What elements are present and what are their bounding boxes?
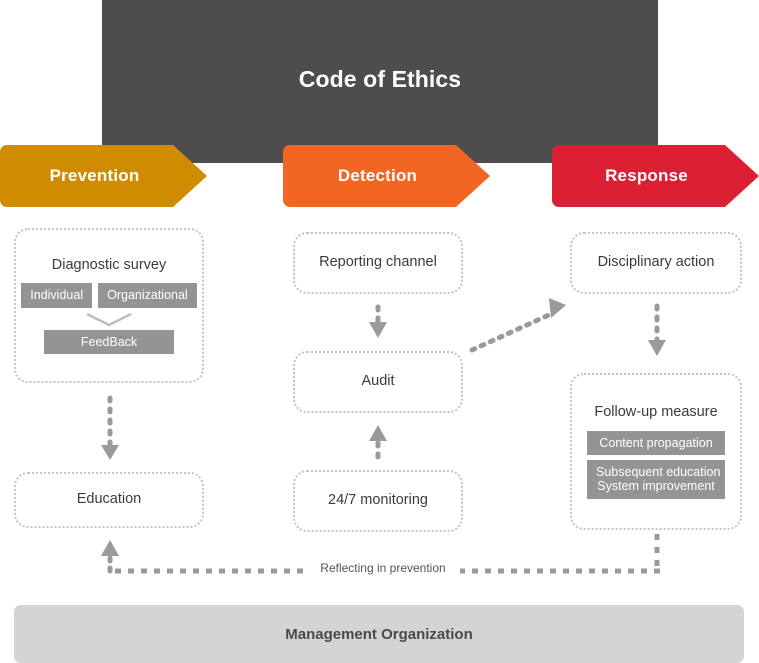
box-follow-up-measure[interactable]: Follow-up measure Content propagation Su… [570,373,742,530]
box-monitoring[interactable]: 24/7 monitoring [293,470,463,532]
connector-reporting-to-audit [369,304,387,338]
box-disciplinary-action[interactable]: Disciplinary action [570,232,742,294]
chip-subsequent-line-1: Subsequent education [596,465,721,479]
header-panel: Code of Ethics [102,0,658,163]
management-organization-label: Management Organization [285,625,473,643]
follow-up-title: Follow-up measure [594,404,718,421]
banner-detection[interactable]: Detection [283,145,490,207]
box-diagnostic-survey[interactable]: Diagnostic survey Individual Organizatio… [14,228,204,383]
management-organization-bar[interactable]: Management Organization [14,605,744,663]
connector-audit-to-disciplinary [469,298,566,353]
page-title: Code of Ethics [298,66,462,92]
diagnostic-survey-title: Diagnostic survey [51,256,167,273]
audit-title: Audit [361,373,395,390]
banner-response[interactable]: Response [552,145,759,207]
box-education[interactable]: Education [14,472,204,528]
box-reporting-channel[interactable]: Reporting channel [293,232,463,294]
chip-feedback[interactable]: FeedBack [44,329,174,355]
box-audit[interactable]: Audit [293,351,463,413]
banner-prevention[interactable]: Prevention [0,145,207,207]
connector-disciplinary-to-followup [648,303,666,356]
monitoring-title: 24/7 monitoring [328,492,428,509]
reporting-channel-title: Reporting channel [319,254,437,271]
chip-organizational[interactable]: Organizational [98,283,197,308]
chip-content-propagation[interactable]: Content propagation [587,430,725,455]
banner-detection-label: Detection [337,166,418,185]
diagram-canvas: Code of Ethics Prevention Detection Resp… [0,0,759,663]
banner-prevention-label: Prevention [49,166,140,185]
connector-survey-to-education [101,395,119,460]
education-title: Education [76,491,142,508]
chevron-down-icon [86,312,132,327]
connector-monitoring-to-audit [369,425,387,460]
banner-response-label: Response [605,166,688,185]
diagnostic-survey-chip-row: Individual Organizational [21,283,197,308]
chip-individual[interactable]: Individual [21,283,93,308]
chip-subsequent-line-2: System improvement [597,479,715,494]
reflecting-in-prevention-label: Reflecting in prevention [306,560,460,576]
chip-subsequent-education[interactable]: Subsequent education System improvement [587,460,725,499]
disciplinary-action-title: Disciplinary action [597,254,715,271]
